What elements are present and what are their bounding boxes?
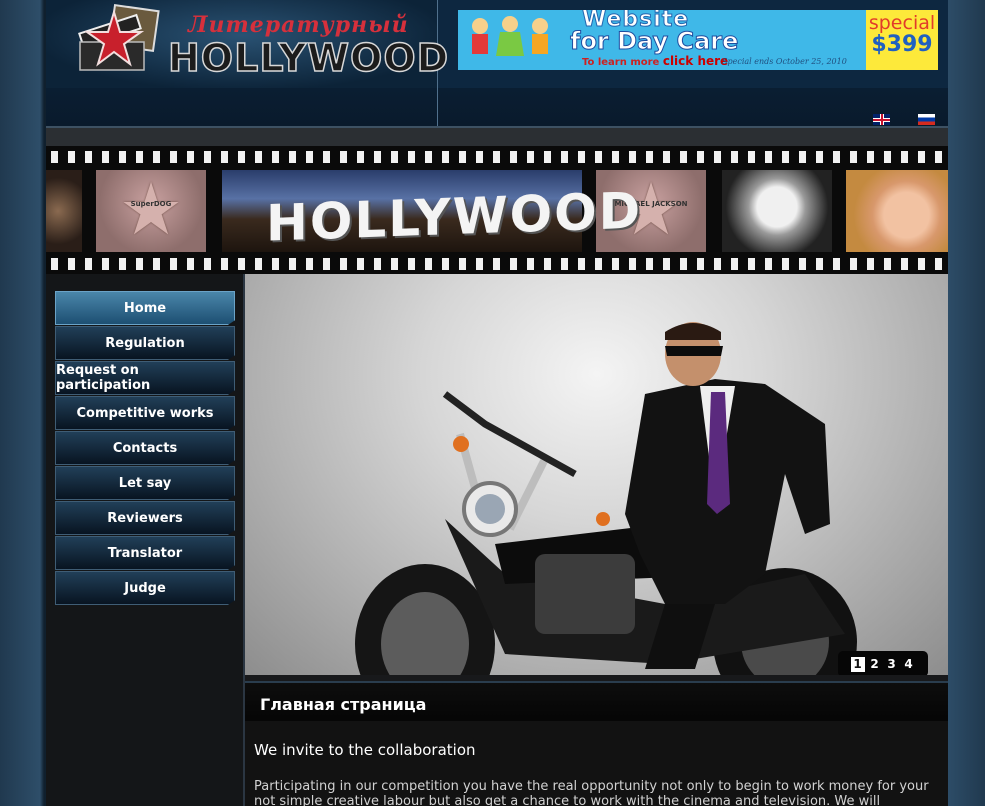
nav-item-home[interactable]: Home [55,291,235,325]
film-frame-portrait-bw [722,170,832,252]
language-bar [46,88,948,128]
intro-paragraph: Participating in our competition you hav… [254,779,929,806]
site-header: Литературный HOLLYWOOD Website for Day C… [46,0,948,88]
film-reel-star-icon [78,4,160,71]
ad-learn-more: To learn more click here [582,54,728,68]
logo-russian-text: Литературный [188,12,409,38]
star-icon: ★ [118,170,184,252]
ad-learn-more-text: To learn more [582,57,660,68]
nav-item-request-on-participation[interactable]: Request on participation [55,361,235,395]
ad-banner[interactable]: Website for Day Care To learn more click… [458,10,938,70]
page-container: Литературный HOLLYWOOD Website for Day C… [46,0,948,806]
russia-flag-icon[interactable] [918,114,935,125]
slide-page-1[interactable]: 1 [850,656,865,672]
film-frame-portrait-color [846,170,948,252]
ad-special-label: special [868,12,936,34]
kids-illustration-icon [472,16,548,56]
ad-subheadline: for Day Care [569,27,739,56]
man-on-motorcycle-image [355,322,857,675]
sidebar-nav: Home Regulation Request on participation… [46,274,245,806]
star-name-label: SuperDOG [130,200,172,208]
intro-text: We invite to the collaboration [254,741,476,759]
site-logo[interactable]: Литературный HOLLYWOOD [46,0,449,88]
uk-flag-icon[interactable] [873,114,890,125]
hollywood-sign-text: HOLLYWOOD [266,181,643,253]
ad-price-box: special $399 [866,10,938,70]
page-title: Главная страница [260,695,427,714]
slide-page-3[interactable]: 3 [885,657,899,672]
film-sprockets-top [46,151,948,163]
hero-slideshow[interactable]: 1 2 3 4 [245,274,948,675]
nav-item-regulation[interactable]: Regulation [55,326,235,360]
slide-page-4[interactable]: 4 [902,657,916,672]
content-header: Главная страница [245,681,948,723]
content-body: We invite to the collaboration Participa… [245,721,948,806]
slide-page-2[interactable]: 2 [868,657,882,672]
nav-item-contacts[interactable]: Contacts [55,431,235,465]
nav-item-judge[interactable]: Judge [55,571,235,605]
topbar-divider [46,88,438,126]
slideshow-pager: 1 2 3 4 [838,651,928,675]
nav-item-competitive-works[interactable]: Competitive works [55,396,235,430]
nav-item-reviewers[interactable]: Reviewers [55,501,235,535]
film-frame-lamp [46,170,82,252]
film-strip-banner: ★ SuperDOG ★ MICHAEL JACKSON HOLLYWOOD [46,146,948,274]
ad-price-value: $399 [871,32,933,57]
film-frame-walk-of-fame-star: ★ SuperDOG [96,170,206,252]
logo-hollywood-text: HOLLYWOOD [167,35,450,81]
ad-click-here-link[interactable]: click here [663,54,728,68]
nav-item-let-say[interactable]: Let say [55,466,235,500]
film-sprockets-bottom [46,258,948,270]
header-separator [46,128,948,146]
ad-expiry: Special ends October 25, 2010 [722,57,847,66]
nav-item-translator[interactable]: Translator [55,536,235,570]
